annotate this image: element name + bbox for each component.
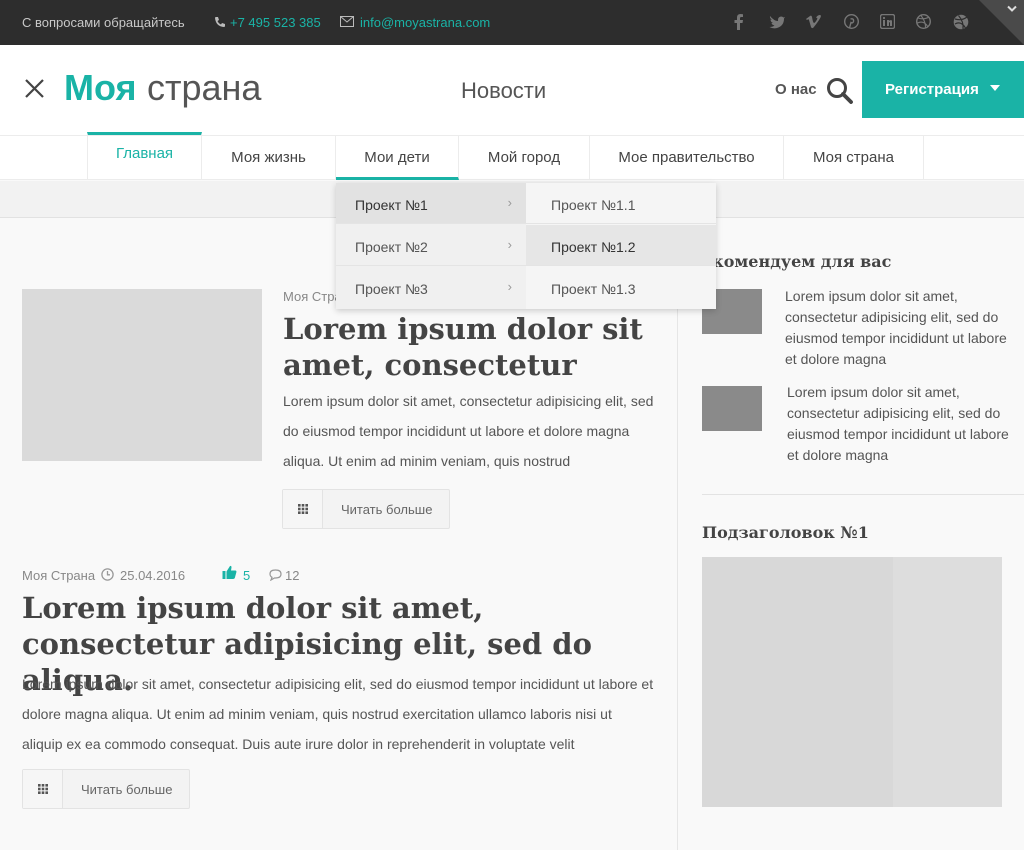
comment-icon[interactable] <box>269 569 282 581</box>
chevron-down-icon[interactable] <box>1007 5 1017 13</box>
caret-down-icon <box>990 85 1000 91</box>
corner-toggle[interactable] <box>979 0 1024 45</box>
sidebar-image-right[interactable] <box>893 557 1002 807</box>
logo-bold[interactable]: Моя <box>64 67 137 109</box>
phone-link[interactable]: +7 495 523 385 <box>230 15 321 30</box>
dribbble-icon[interactable] <box>916 14 931 29</box>
dropdown-item-project-1-2[interactable]: Проект №1.2 <box>526 225 716 266</box>
post-excerpt: Lorem ipsum dolor sit amet, consectetur … <box>283 393 654 469</box>
grid-icon <box>283 490 323 528</box>
close-icon[interactable] <box>24 78 45 99</box>
likes-count: 5 <box>243 568 251 583</box>
post-thumbnail[interactable] <box>22 289 262 461</box>
email-link[interactable]: info@moyastrana.com <box>360 15 490 30</box>
register-button-label: Регистрация <box>885 81 979 98</box>
chevron-right-icon: › <box>507 195 512 210</box>
recommended-item-text[interactable]: Lorem ipsum dolor sit amet, consectetur … <box>787 382 1015 466</box>
post-date: 25.04.2016 <box>120 568 186 583</box>
dropdown-level-2: Проект №1.1 Проект №1.2 Проект №1.3 <box>526 183 716 309</box>
main-nav: Главная Моя жизнь Мои дети Мой город Мое… <box>0 132 1024 180</box>
dropdown-item-project-3[interactable]: Проект №3 › <box>336 267 526 308</box>
nav-item-my-city[interactable]: Мой город <box>459 136 590 180</box>
dropdown-item-label: Проект №1.2 <box>551 239 636 255</box>
post-excerpt: Lorem ipsum dolor sit amet, consectetur … <box>22 676 654 752</box>
about-link[interactable]: О нас <box>775 81 817 98</box>
grid-icon <box>23 770 63 808</box>
nav-item-government[interactable]: Мое правительство <box>590 136 784 180</box>
read-more-button[interactable]: Читать больше <box>282 489 450 529</box>
phone-icon <box>215 17 225 27</box>
column-divider <box>677 218 678 850</box>
site-header: Моя страна Новости О нас Регистрация <box>0 45 1024 135</box>
recommended-thumbnail[interactable] <box>702 386 762 431</box>
dropdown-item-label: Проект №3 <box>355 281 428 297</box>
logo-thin[interactable]: страна <box>147 67 261 109</box>
dropdown-item-label: Проект №1.3 <box>551 281 636 297</box>
post-title[interactable]: Lorem ipsum dolor sit amet, consectetur <box>283 311 653 383</box>
vimeo-icon[interactable] <box>806 15 822 29</box>
register-button[interactable]: Регистрация <box>862 61 1024 118</box>
dropdown-item-label: Проект №1.1 <box>551 197 636 213</box>
dropdown-item-project-1-3[interactable]: Проект №1.3 <box>526 267 716 308</box>
twitter-icon[interactable] <box>769 15 785 29</box>
chevron-right-icon: › <box>507 279 512 294</box>
subheading: Подзаголовок №1 <box>702 523 869 542</box>
linkedin-icon[interactable] <box>880 14 895 29</box>
dropdown-item-project-1[interactable]: Проект №1 › <box>336 183 526 224</box>
envelope-icon <box>340 16 354 27</box>
dropdown-item-project-1-1[interactable]: Проект №1.1 <box>526 183 716 224</box>
search-icon[interactable] <box>826 77 853 104</box>
post-author[interactable]: Моя Стра <box>283 289 342 304</box>
read-more-label: Читать больше <box>341 502 433 517</box>
recommended-title: екомендуем для вас <box>702 252 892 271</box>
dropdown-item-label: Проект №1 <box>355 197 428 213</box>
read-more-button[interactable]: Читать больше <box>22 769 190 809</box>
nav-item-main[interactable]: Главная <box>87 132 202 180</box>
nav-item-my-kids[interactable]: Мои дети <box>336 136 459 180</box>
dribbble-alt-icon[interactable] <box>953 14 969 30</box>
nav-item-my-country[interactable]: Моя страна <box>784 136 924 180</box>
contact-label: С вопросами обращайтесь <box>22 15 185 30</box>
comments-count: 12 <box>285 568 300 583</box>
post-author[interactable]: Моя Страна <box>22 568 95 583</box>
top-bar: С вопросами обращайтесь +7 495 523 385 i… <box>0 0 1024 45</box>
chevron-right-icon: › <box>507 237 512 252</box>
news-link[interactable]: Новости <box>461 78 546 104</box>
thumbs-up-icon[interactable] <box>222 565 237 580</box>
sidebar-image[interactable] <box>702 557 893 807</box>
recommended-item-text[interactable]: Lorem ipsum dolor sit amet, consectetur … <box>785 286 1015 370</box>
facebook-icon[interactable] <box>734 14 744 30</box>
nav-item-my-life[interactable]: Моя жизнь <box>202 136 336 180</box>
dropdown-menu: Проект №1 › Проект №2 › Проект №3 › Прое… <box>336 183 716 309</box>
clock-icon <box>101 568 114 581</box>
dropdown-level-1: Проект №1 › Проект №2 › Проект №3 › <box>336 183 526 309</box>
dropdown-item-project-2[interactable]: Проект №2 › <box>336 225 526 266</box>
pinterest-icon[interactable] <box>844 14 859 29</box>
read-more-label: Читать больше <box>81 782 173 797</box>
dropdown-item-label: Проект №2 <box>355 239 428 255</box>
sidebar-divider <box>702 494 1024 495</box>
